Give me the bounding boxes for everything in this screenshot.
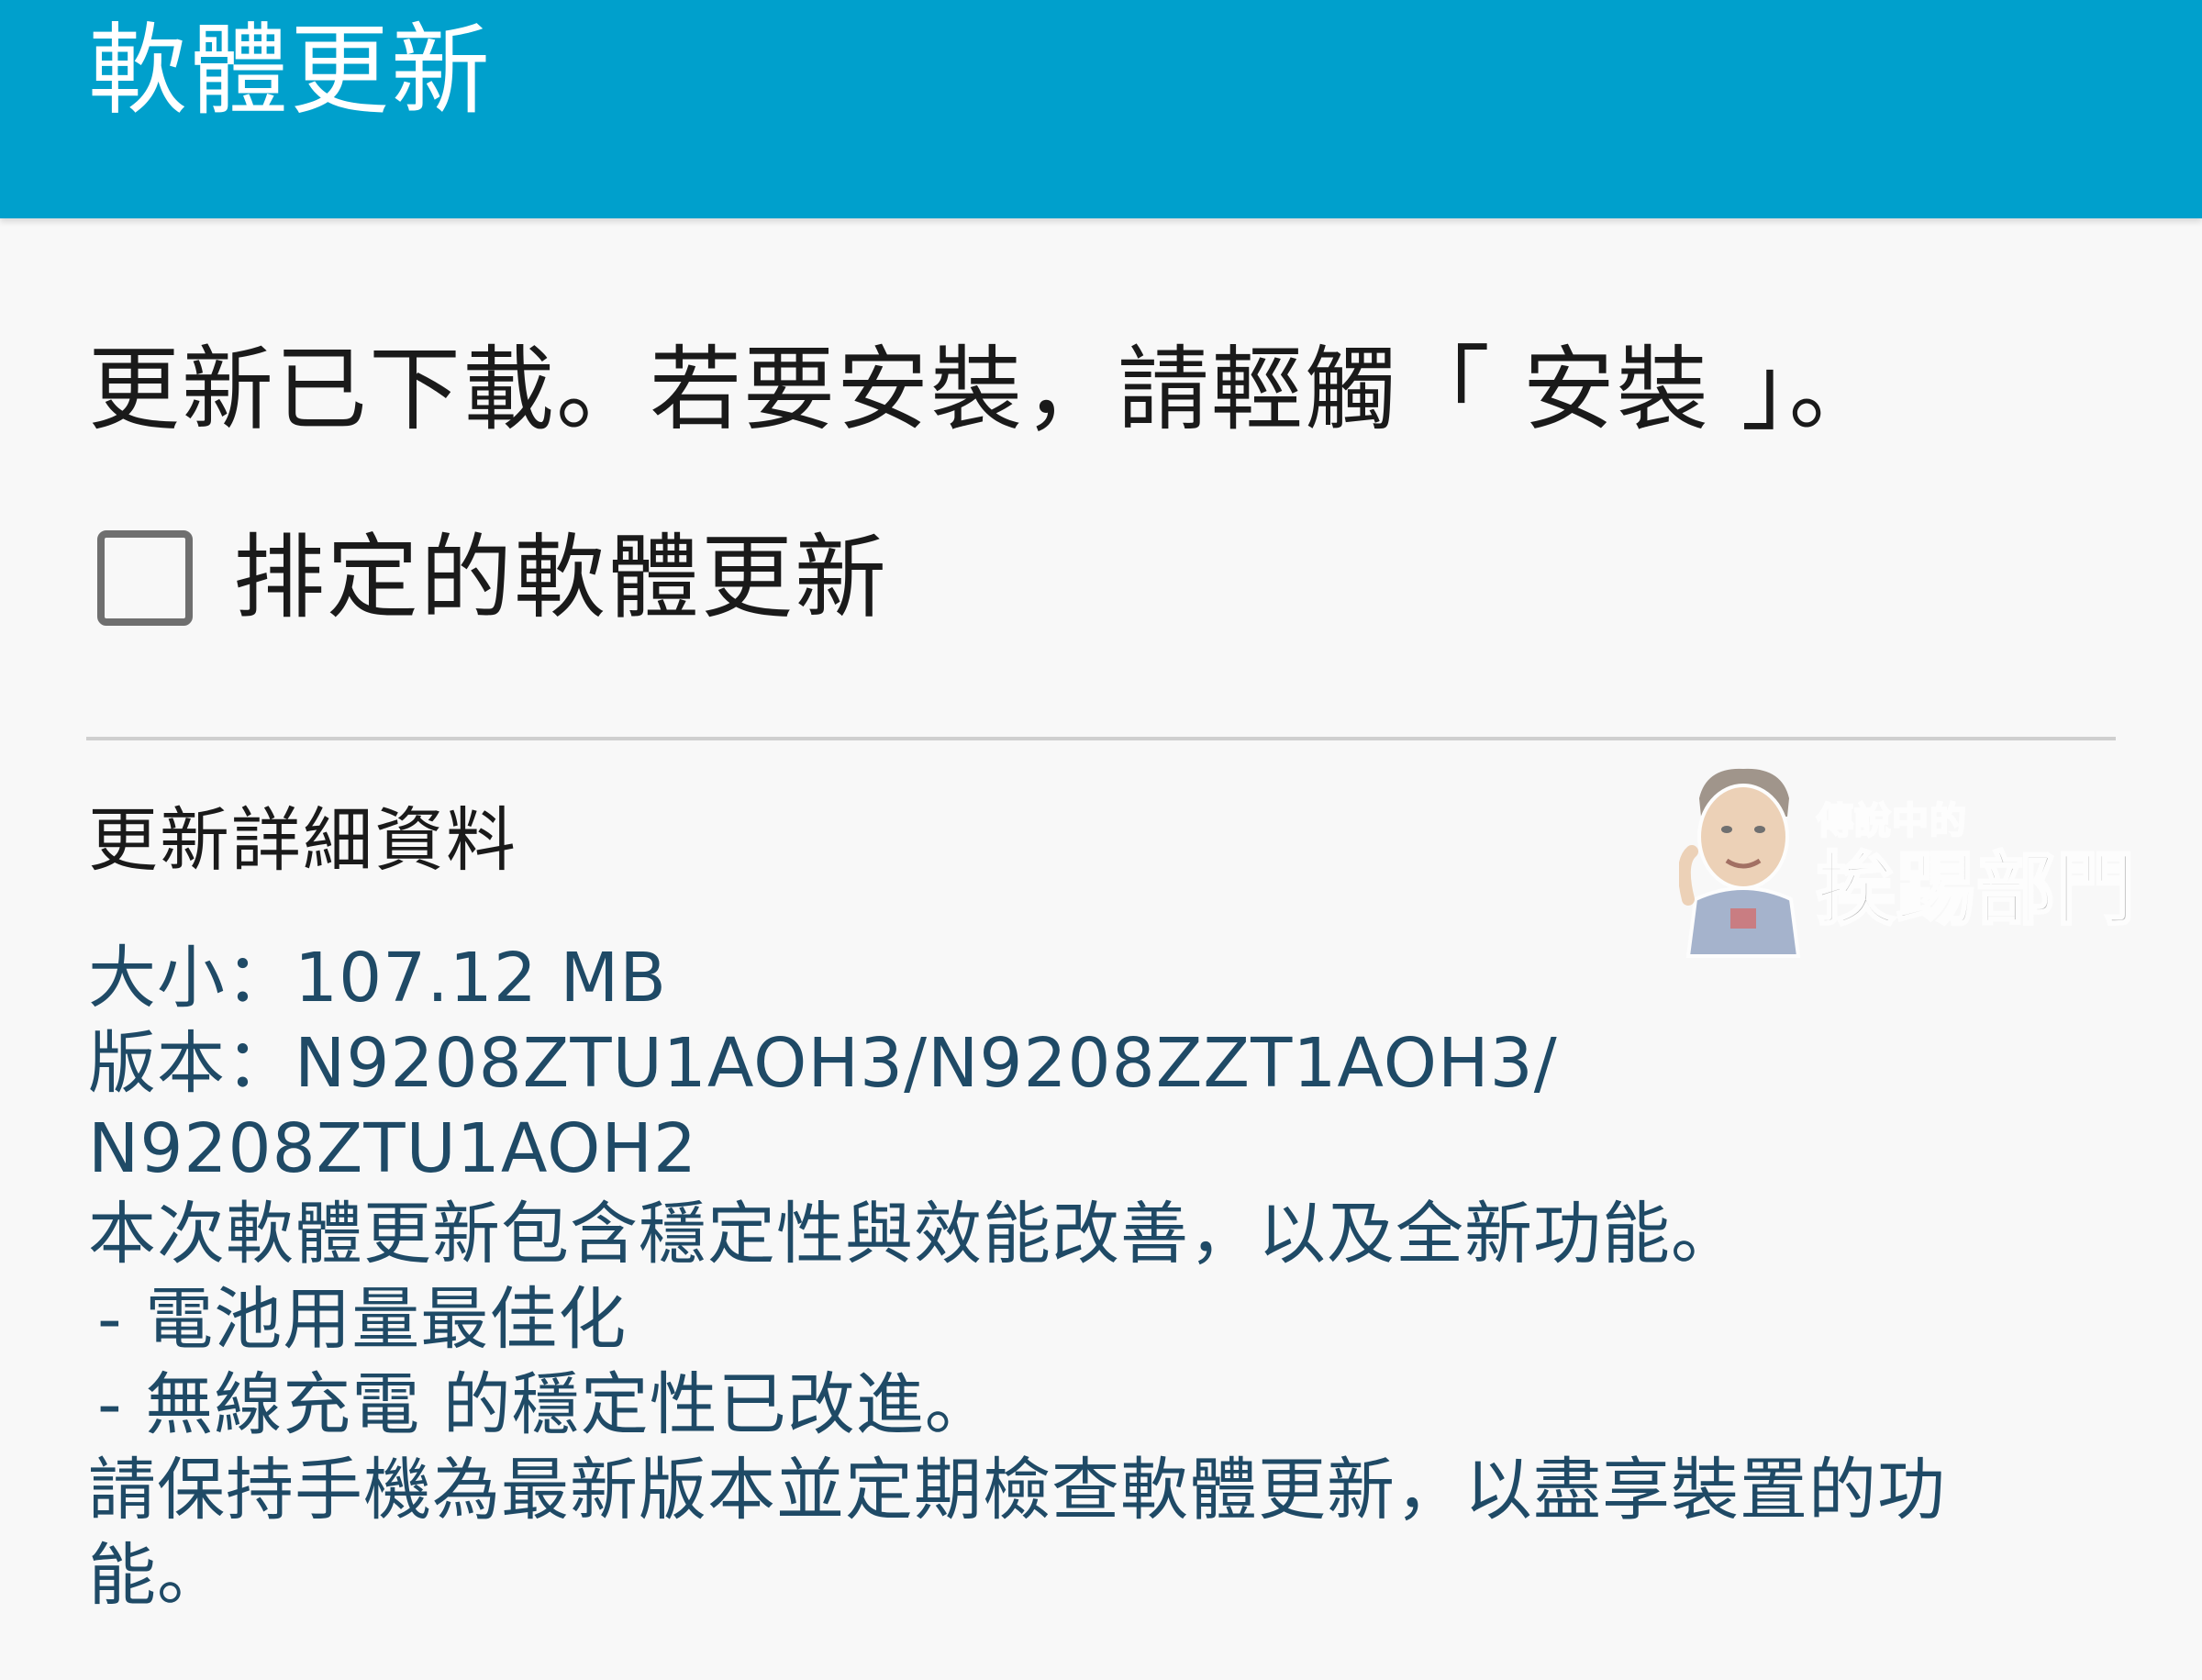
detail-bullet-battery: - 電池用量最佳化	[97, 1280, 628, 1359]
software-update-screen: 軟體更新 更新已下載。若要安裝，請輕觸「 安裝 」。 排定的軟體更新 更新詳細資…	[0, 0, 2202, 1680]
scheduled-update-checkbox[interactable]	[97, 530, 193, 626]
detail-description: 本次軟體更新包含穩定性與效能改善，以及全新功能。	[88, 1195, 1740, 1274]
scheduled-update-checkbox-row[interactable]: 排定的軟體更新	[88, 514, 888, 642]
watermark-big-text: 挨踢部門	[1816, 844, 2137, 936]
update-details-title: 更新詳細資料	[88, 799, 517, 881]
app-bar: 軟體更新	[0, 0, 2202, 218]
detail-advice: 請保持手機為最新版本並定期檢查軟體更新，以盡享裝置的功	[88, 1451, 1946, 1530]
app-bar-title: 軟體更新	[88, 14, 493, 128]
section-divider	[86, 737, 2116, 740]
detail-advice-cont: 能。	[88, 1536, 226, 1615]
detail-version-cont: N9208ZTU1AOH2	[88, 1109, 698, 1188]
mascot-face-icon	[1679, 768, 1801, 958]
scheduled-update-label[interactable]: 排定的軟體更新	[233, 518, 888, 638]
watermark-logo: 傳說中的 挨踢部門	[1679, 762, 2156, 963]
update-details-body: 大小：107.12 MB 版本：N9208ZTU1AOH3/N9208ZZT1A…	[88, 936, 2125, 1619]
update-downloaded-message: 更新已下載。若要安裝，請輕觸「 安裝 」。	[88, 336, 1883, 443]
watermark-small-text: 傳說中的	[1816, 799, 1967, 843]
detail-version: 版本：N9208ZTU1AOH3/N9208ZZT1AOH3/	[88, 1024, 1558, 1103]
detail-bullet-wireless: - 無線充電 的穩定性已改進。	[97, 1365, 994, 1444]
